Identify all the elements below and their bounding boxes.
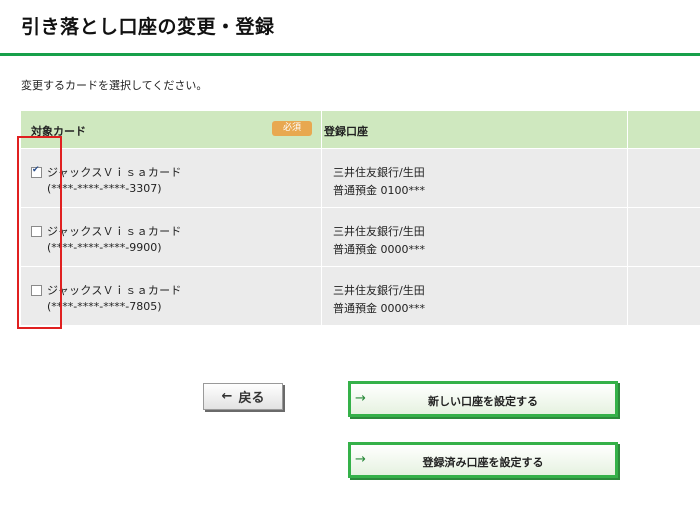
cell-divider <box>627 208 628 266</box>
bank-name: 三井住友銀行/生田 <box>333 166 425 179</box>
set-new-account-button[interactable]: → 新しい口座を設定する <box>348 381 618 417</box>
bank-name: 三井住友銀行/生田 <box>333 284 425 297</box>
cell-divider <box>627 149 628 207</box>
cell-divider <box>321 267 322 325</box>
arrow-left-icon: ← <box>221 389 233 404</box>
card-name: ジャックスＶｉｓａカード <box>47 166 182 179</box>
card-name: ジャックスＶｉｓａカード <box>47 284 182 297</box>
card-name: ジャックスＶｉｓａカード <box>47 225 182 238</box>
account-info: 普通預金 0000*** <box>333 243 425 256</box>
instruction-text: 変更するカードを選択してください。 <box>21 79 208 92</box>
account-info: 普通預金 0100*** <box>333 184 425 197</box>
set-registered-account-label: 登録済み口座を設定する <box>422 456 544 469</box>
card-account-table: 対象カード 必須 登録口座 ジャックスＶｉｓａカード (****-****-**… <box>21 111 700 325</box>
set-new-account-label: 新しい口座を設定する <box>428 395 538 408</box>
cell-divider <box>321 208 322 266</box>
card-number: (****-****-****-9900) <box>47 241 162 254</box>
bank-name: 三井住友銀行/生田 <box>333 225 425 238</box>
card-checkbox[interactable] <box>31 285 42 296</box>
header-divider <box>627 111 628 148</box>
cell-divider <box>627 267 628 325</box>
header-divider <box>321 111 322 148</box>
card-checkbox[interactable] <box>31 165 42 178</box>
cell-divider <box>321 149 322 207</box>
card-checkbox[interactable] <box>31 226 42 237</box>
page-title: 引き落とし口座の変更・登録 <box>21 16 275 38</box>
table-row: ジャックスＶｉｓａカード (****-****-****-9900) 三井住友銀… <box>21 207 700 266</box>
header-card: 対象カード <box>31 125 86 138</box>
card-number: (****-****-****-3307) <box>47 182 162 195</box>
back-button[interactable]: ← 戻る <box>203 383 283 410</box>
table-header: 対象カード 必須 登録口座 <box>21 111 700 148</box>
table-row: ジャックスＶｉｓａカード (****-****-****-3307) 三井住友銀… <box>21 148 700 207</box>
title-divider <box>0 53 700 56</box>
set-registered-account-button[interactable]: → 登録済み口座を設定する <box>348 442 618 478</box>
header-account: 登録口座 <box>324 125 368 138</box>
table-row: ジャックスＶｉｓａカード (****-****-****-7805) 三井住友銀… <box>21 266 700 325</box>
back-button-label: 戻る <box>238 391 265 406</box>
required-badge: 必須 <box>272 121 312 136</box>
account-info: 普通預金 0000*** <box>333 302 425 315</box>
card-number: (****-****-****-7805) <box>47 300 162 313</box>
